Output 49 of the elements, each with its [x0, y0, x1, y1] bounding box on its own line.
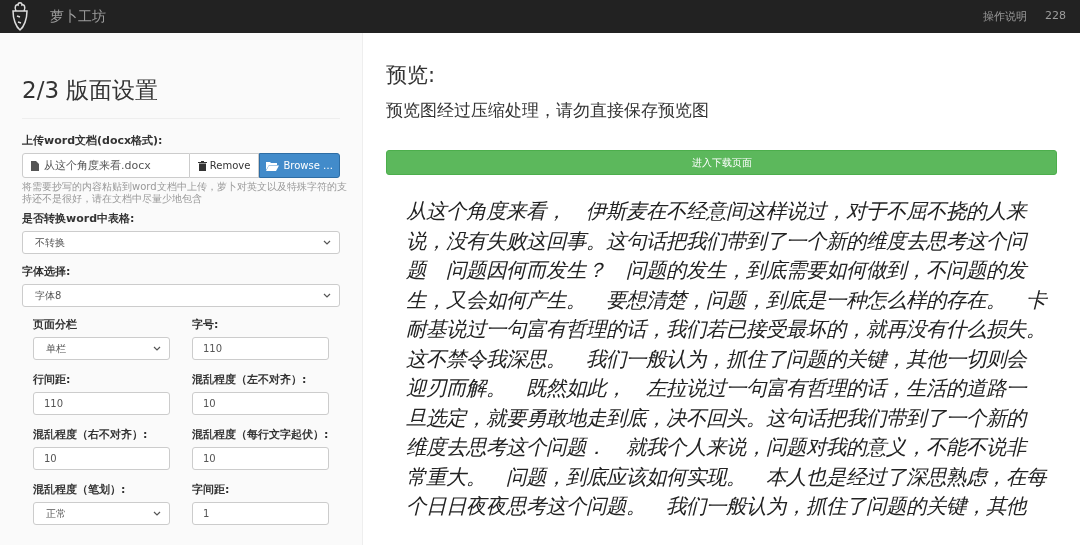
table-convert-select[interactable]: 不转换: [22, 231, 340, 254]
input-field[interactable]: 110: [192, 337, 329, 360]
handwriting-line: 旦选定，就要勇敢地走到底，决不回头。这句话把我们带到了一个新的: [406, 404, 1029, 432]
remove-button[interactable]: Remove: [189, 153, 260, 178]
nav-link[interactable]: 操作说明: [983, 9, 1027, 24]
trash-icon: [197, 160, 207, 171]
field-label: 混乱程度（每行文字起伏）:: [192, 427, 329, 442]
folder-icon: [266, 160, 280, 171]
brand-name[interactable]: 萝卜工坊: [50, 7, 106, 26]
input-field[interactable]: 110: [33, 392, 170, 415]
input-field[interactable]: 10: [192, 447, 329, 470]
field-label: 混乱程度（笔划）:: [33, 482, 127, 497]
file-icon: [31, 160, 39, 171]
font-select[interactable]: 字体8: [22, 284, 340, 307]
field-label: 上传word文档(docx格式):: [22, 133, 164, 148]
input-field[interactable]: 10: [33, 447, 170, 470]
settings-title: 2/3 版面设置: [22, 75, 340, 119]
select-field[interactable]: 单栏: [33, 337, 170, 360]
input-field[interactable]: 10: [192, 392, 329, 415]
field-label: 混乱程度（右不对齐）:: [33, 427, 149, 442]
browse-button[interactable]: Browse …: [259, 153, 340, 178]
handwriting-line: 耐基说过一句富有哲理的话，我们若已接受最坏的，就再没有什么损失。: [406, 316, 1047, 343]
handwriting-line: 个日日夜夜思考这个问题。 我们一般认为，抓住了问题的关键，其他: [406, 493, 1029, 520]
field-label: 是否转换word中表格:: [22, 211, 136, 226]
handwriting-line: 说，没有失败这回事。这句话把我们带到了一个新的维度去思考这个问: [406, 227, 1029, 255]
handwriting-line: 这不禁令我深思。 我们一般认为，抓住了问题的关键，其他一切则会: [406, 345, 1028, 373]
input-field[interactable]: 1: [192, 502, 329, 525]
field-label: 混乱程度（左不对齐）:: [192, 372, 308, 387]
caret-icon: [323, 240, 331, 245]
preview-note: 预览图经过压缩处理，请勿直接保存预览图: [386, 99, 710, 122]
help-text: 将需要抄写的内容粘贴到word文档中上传，萝卜对英文以及特殊字符的支持还不是很好，请在文档中尽量少地包含: [22, 181, 348, 205]
select-field[interactable]: 正常: [33, 502, 170, 525]
field-label: 页面分栏: [33, 317, 78, 332]
handwriting-line: 题 问题因何而发生？ 问题的发生，到底需要如何做到，不问题的发: [406, 256, 1057, 286]
file-name-field[interactable]: 从这个角度来看.docx: [22, 153, 190, 178]
handwriting-line: 生，又会如何产生。 要想清楚，问题，到底是一种怎么样的存在。 卡: [406, 286, 1049, 314]
handwriting-line: 从这个角度来看， 伊斯麦在不经意间这样说过，对于不屈不挠的人来: [406, 198, 1029, 225]
handwriting-line: 迎刃而解。 既然如此， 左拉说过一句富有哲理的话，生活的道路一: [406, 375, 1029, 402]
field-label: 字体选择:: [22, 264, 72, 279]
caret-icon: [153, 511, 161, 516]
handwriting-line: 维度去思考这个问题． 就我个人来说，问题对我的意义，不能不说非: [406, 434, 1029, 461]
field-label: 字号:: [192, 317, 220, 332]
field-label: 行间距:: [33, 372, 72, 387]
caret-icon: [323, 293, 331, 298]
field-label: 字间距:: [192, 482, 231, 497]
caret-icon: [153, 346, 161, 351]
preview-title: 预览:: [386, 62, 437, 89]
nav-link[interactable]: 228: [1045, 9, 1066, 24]
handwriting-line: 常重大。 问题，到底应该如何实现。 本人也是经过了深思熟虑，在每: [406, 463, 1049, 491]
